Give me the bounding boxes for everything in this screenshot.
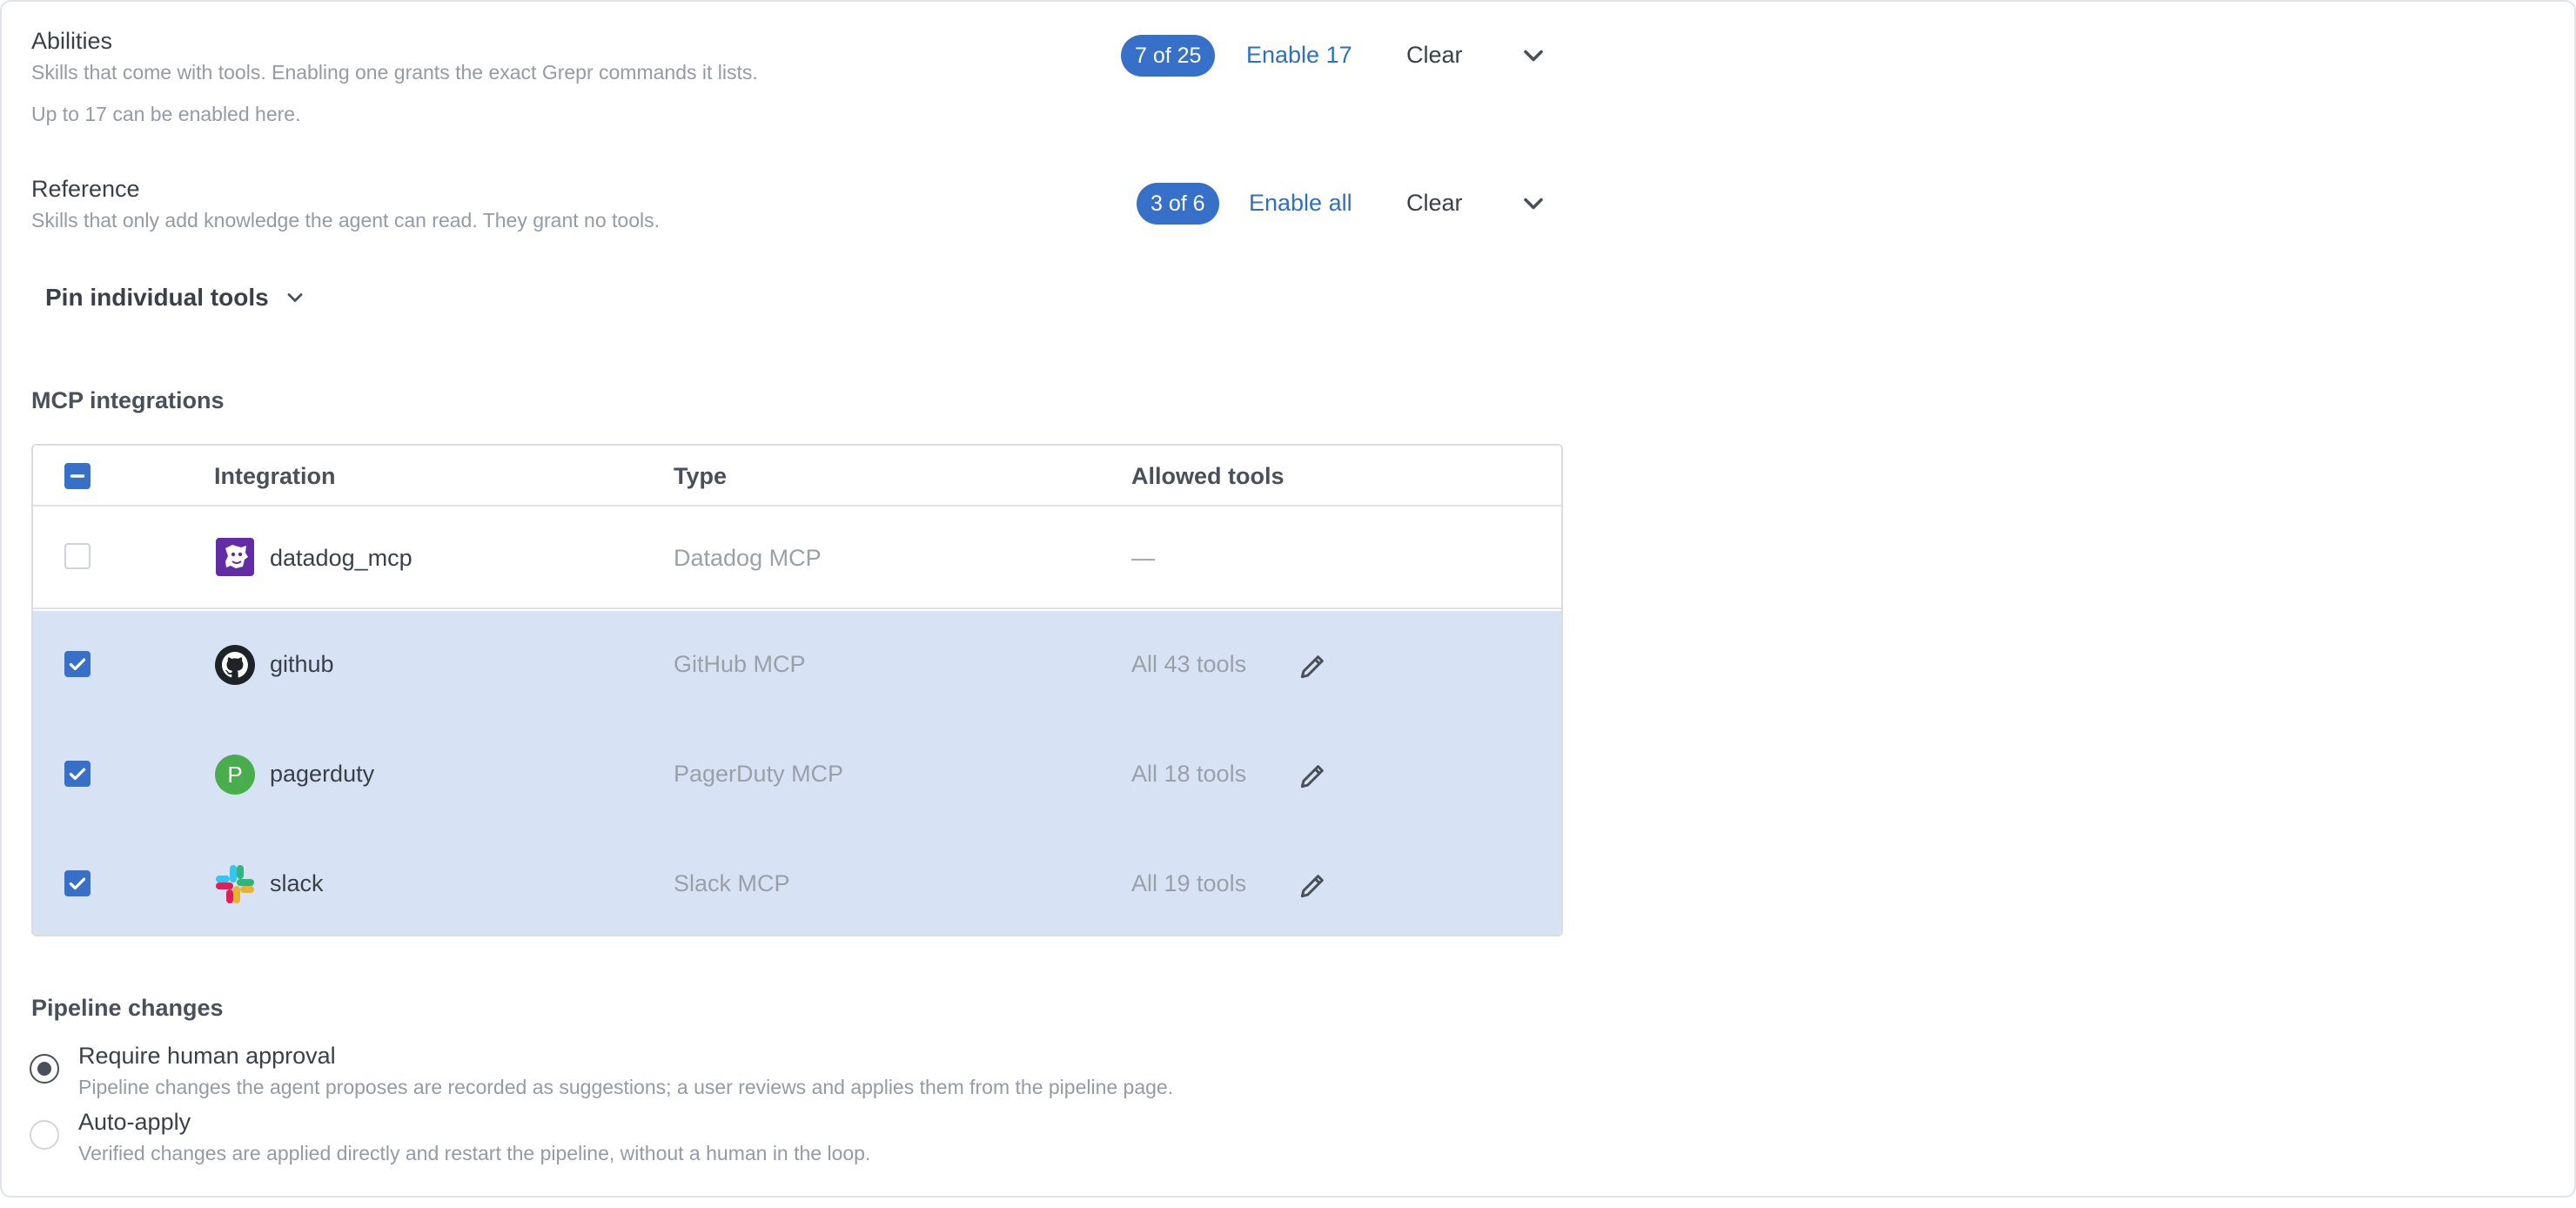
pencil-icon [1300,875,1324,898]
pencil-icon [1300,765,1324,789]
auto-apply-description: Verified changes are applied directly an… [78,1142,871,1164]
row-checkbox[interactable] [64,870,91,896]
datadog-icon [214,536,256,578]
pencil-icon [1300,655,1324,679]
chevron-down-icon [287,293,303,302]
row-checkbox[interactable] [64,651,91,677]
table-header: Integration Type Allowed tools [33,446,1561,507]
reference-enable-all-button[interactable]: Enable all [1249,190,1352,217]
checkmark-icon [69,768,86,781]
integration-type: GitHub MCP [674,651,806,677]
column-header-type[interactable]: Type [674,463,727,490]
pagerduty-icon-letter: P [227,762,242,788]
pagerduty-icon: P [214,754,256,795]
table-row: github GitHub MCP All 43 tools [33,611,1561,721]
pin-individual-tools-label: Pin individual tools [45,284,269,311]
reference-description: Skills that only add knowledge the agent… [31,209,660,232]
checkmark-icon [69,658,86,671]
pin-individual-tools-toggle[interactable]: Pin individual tools [45,280,307,315]
column-header-allowed-tools[interactable]: Allowed tools [1131,463,1285,490]
edit-allowed-tools-button[interactable] [1297,649,1330,682]
integration-name: pagerduty [270,761,375,787]
abilities-title: Abilities [31,28,113,54]
abilities-enable-button[interactable]: Enable 17 [1246,42,1352,69]
integration-name: slack [270,870,324,896]
slack-icon [214,863,256,905]
pipeline-changes-heading: Pipeline changes [31,995,224,1021]
chevron-down-icon [1524,198,1543,210]
allowed-tools: — [1131,545,1155,571]
reference-clear-button[interactable]: Clear [1406,190,1463,217]
abilities-clear-button[interactable]: Clear [1406,42,1463,69]
integration-name: datadog_mcp [270,545,413,571]
abilities-limit-note: Up to 17 can be enabled here. [31,103,301,125]
github-icon [214,644,256,686]
integration-type: Datadog MCP [674,545,822,571]
integration-name: github [270,651,334,677]
abilities-count-badge: 7 of 25 [1121,35,1216,77]
auto-apply-radio[interactable] [30,1120,59,1150]
table-row: P pagerduty PagerDuty MCP All 18 tools [33,721,1561,830]
select-all-checkbox[interactable] [64,463,91,489]
chevron-down-icon [1524,50,1543,62]
require-approval-label[interactable]: Require human approval [78,1043,336,1070]
mcp-integrations-table: Integration Type Allowed tools datadog_m… [31,444,1563,936]
allowed-tools: All 43 tools [1131,651,1247,677]
checkmark-icon [69,877,86,890]
reference-expand-button[interactable] [1518,188,1549,219]
allowed-tools: All 19 tools [1131,870,1247,896]
table-row: slack Slack MCP All 19 tools [33,830,1561,935]
integration-type: PagerDuty MCP [674,761,844,787]
reference-title: Reference [31,176,140,202]
edit-allowed-tools-button[interactable] [1297,869,1330,902]
row-checkbox[interactable] [64,761,91,787]
column-header-integration[interactable]: Integration [214,463,336,490]
abilities-description: Skills that come with tools. Enabling on… [31,61,758,84]
integration-type: Slack MCP [674,870,790,896]
allowed-tools: All 18 tools [1131,761,1247,787]
abilities-expand-button[interactable] [1518,40,1549,71]
edit-allowed-tools-button[interactable] [1297,759,1330,792]
auto-apply-label[interactable]: Auto-apply [78,1109,191,1136]
require-approval-radio[interactable] [30,1054,59,1084]
reference-count-badge: 3 of 6 [1137,183,1219,225]
require-approval-description: Pipeline changes the agent proposes are … [78,1076,1174,1098]
settings-panel: Abilities Skills that come with tools. E… [0,0,2576,1198]
mcp-integrations-heading: MCP integrations [31,387,225,413]
table-row: datadog_mcp Datadog MCP — [33,507,1561,609]
row-checkbox[interactable] [64,543,91,569]
minus-icon [70,474,85,478]
